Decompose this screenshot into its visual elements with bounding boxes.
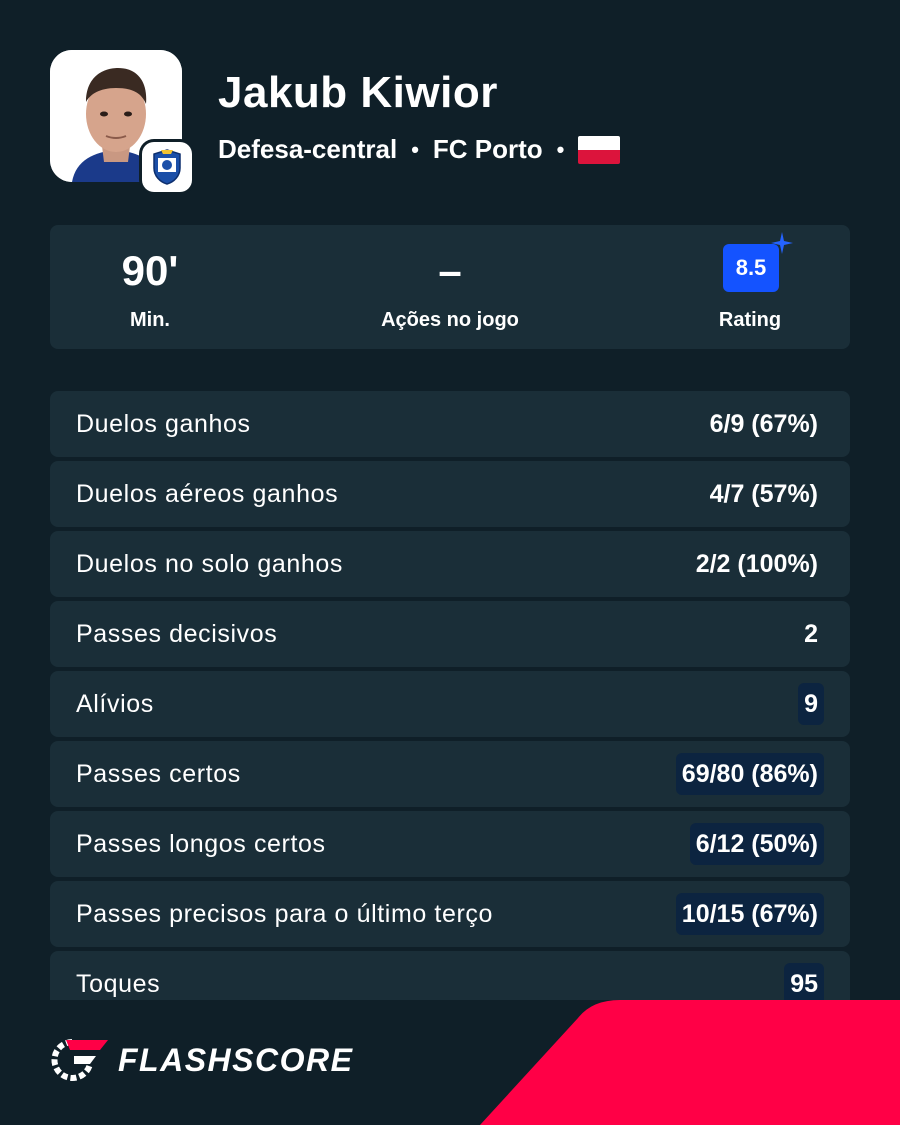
stat-value: 69/80 (86%): [675, 753, 824, 795]
stat-label: Passes decisivos: [76, 620, 278, 648]
club-badge: [142, 142, 192, 192]
stat-row: Passes decisivos 2: [50, 601, 850, 667]
separator-dot: •: [411, 136, 419, 162]
minutes-value: 90': [121, 247, 179, 294]
player-header: Jakub Kiwior Defesa-central • FC Porto •: [50, 50, 850, 192]
star-icon: [771, 232, 793, 254]
stat-label: Passes certos: [76, 760, 241, 788]
footer-accent-shape: [480, 1000, 900, 1125]
stat-value: 2: [804, 620, 818, 648]
actions-value: –: [438, 247, 462, 294]
stat-label: Passes precisos para o último terço: [76, 900, 494, 928]
flashscore-logo-icon: [51, 1039, 108, 1081]
player-club: FC Porto: [432, 134, 543, 164]
fc-porto-crest-icon: [153, 149, 181, 185]
stat-row: Duelos ganhos 6/9 (67%): [50, 391, 850, 457]
rating-label: Rating: [718, 309, 782, 331]
stat-row: Passes certos 69/80 (86%): [50, 741, 850, 807]
footer-accent: [480, 1000, 900, 1125]
stat-value: 95: [784, 963, 824, 1000]
stat-value: 9: [798, 683, 824, 725]
stat-row: Toques 95: [50, 951, 850, 1000]
actions-stat: – Ações no jogo: [320, 225, 580, 349]
actions-label: Ações no jogo: [381, 309, 519, 331]
separator-dot: •: [556, 136, 565, 162]
stat-value: 6/12 (50%): [689, 823, 824, 865]
stats-list: Duelos ganhos 6/9 (67%) Duelos aéreos ga…: [50, 391, 850, 1000]
minutes-label: Min.: [130, 309, 170, 331]
player-meta: Defesa-central • FC Porto •: [218, 134, 621, 165]
stat-value: 4/7 (57%): [709, 480, 818, 508]
player-position: Defesa-central: [218, 134, 398, 164]
stat-row: Passes precisos para o último terço 10/1…: [50, 881, 850, 947]
flashscore-logo: FLASHSCORE: [50, 1036, 353, 1084]
flag-icon-poland: [578, 135, 621, 164]
stat-value: 10/15 (67%): [675, 893, 824, 935]
stat-row: Duelos aéreos ganhos 4/7 (57%): [50, 461, 850, 527]
stat-row: Alívios 9: [50, 671, 850, 737]
stat-label: Duelos ganhos: [76, 410, 251, 438]
stat-label: Passes longos certos: [76, 830, 326, 858]
stat-value: 6/9 (67%): [709, 410, 818, 438]
brand-name: FLASHSCORE: [118, 1041, 354, 1078]
minutes-stat: 90' Min.: [20, 225, 280, 349]
stat-row: Duelos no solo ganhos 2/2 (100%): [50, 531, 850, 597]
rating-stat: 8.5 Rating: [620, 225, 880, 349]
stat-label: Duelos no solo ganhos: [76, 550, 343, 578]
player-name: Jakub Kiwior: [218, 68, 498, 117]
stat-label: Duelos aéreos ganhos: [76, 480, 339, 508]
stat-value: 2/2 (100%): [695, 550, 818, 578]
stat-row: Passes longos certos 6/12 (50%): [50, 811, 850, 877]
match-summary-card: 90' Min. – Ações no jogo 8.5 Rating: [50, 225, 850, 349]
stat-label: Alívios: [76, 690, 154, 718]
stat-label: Toques: [76, 970, 161, 998]
